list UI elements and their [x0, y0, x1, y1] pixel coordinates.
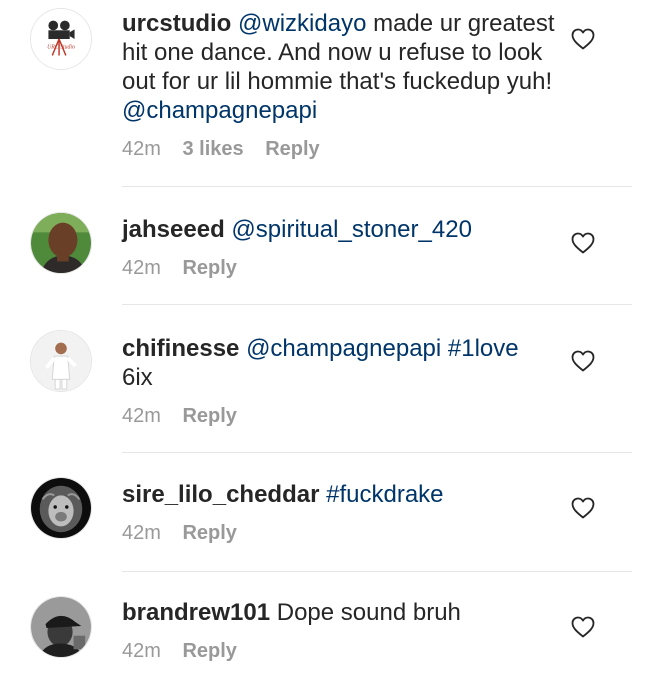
comment-username[interactable]: sire_lilo_cheddar [122, 481, 319, 508]
reply-button[interactable]: Reply [182, 405, 236, 427]
heart-icon[interactable] [571, 616, 595, 638]
heart-icon[interactable] [571, 497, 595, 519]
comment-meta: 42m 3 likes Reply [122, 137, 562, 161]
comment-text: 6ix [122, 364, 153, 391]
reply-button[interactable]: Reply [182, 522, 236, 544]
comment-body: brandrew101 Dope sound bruh 42m Reply [122, 598, 562, 663]
comment-username[interactable]: jahseeed [122, 216, 225, 243]
reply-button[interactable]: Reply [182, 257, 236, 279]
hashtag-link[interactable]: #1love [448, 335, 519, 362]
heart-icon[interactable] [571, 350, 595, 372]
comment-username[interactable]: urcstudio [122, 10, 231, 37]
comment-time: 42m [122, 405, 161, 427]
mention-link[interactable]: @champagnepapi [122, 97, 317, 124]
divider [122, 571, 632, 572]
comment-username[interactable]: chifinesse [122, 335, 239, 362]
person-in-white-photo-icon [31, 331, 91, 391]
avatar[interactable] [30, 596, 92, 658]
comment-username[interactable]: brandrew101 [122, 599, 270, 626]
heart-icon[interactable] [571, 28, 595, 50]
divider [122, 304, 632, 305]
comment-list: URC Studio urcstudio @wizkidayo made ur … [0, 0, 668, 686]
hashtag-link[interactable]: #fuckdrake [326, 481, 443, 508]
avatar-logo-text: URC Studio [47, 45, 75, 51]
comment-body: urcstudio @wizkidayo made ur greatest hi… [122, 9, 562, 161]
mention-link[interactable]: @wizkidayo [238, 10, 366, 37]
comment-meta: 42m Reply [122, 521, 562, 545]
comment-time: 42m [122, 257, 161, 279]
divider [122, 186, 632, 187]
urc-studio-logo-icon: URC Studio [31, 9, 91, 69]
mention-link[interactable]: @spiritual_stoner_420 [231, 216, 472, 243]
lion-black-and-white-photo-icon [31, 478, 91, 538]
avatar[interactable]: URC Studio [30, 8, 92, 70]
comment-text: Dope sound bruh [276, 599, 461, 626]
man-in-cap-photo-icon [31, 597, 91, 657]
comment-body: sire_lilo_cheddar #fuckdrake 42m Reply [122, 480, 562, 545]
avatar[interactable] [30, 330, 92, 392]
reply-button[interactable]: Reply [182, 640, 236, 662]
divider [122, 452, 632, 453]
heart-icon[interactable] [571, 232, 595, 254]
man-portrait-photo-icon [31, 213, 91, 273]
comment-meta: 42m Reply [122, 404, 562, 428]
comment-text [441, 335, 448, 362]
avatar[interactable] [30, 212, 92, 274]
comment-time: 42m [122, 138, 161, 160]
reply-button[interactable]: Reply [265, 138, 319, 160]
like-count[interactable]: 3 likes [182, 138, 243, 160]
mention-link[interactable]: @champagnepapi [246, 335, 441, 362]
comment-time: 42m [122, 640, 161, 662]
comment-time: 42m [122, 522, 161, 544]
comment-meta: 42m Reply [122, 639, 562, 663]
avatar[interactable] [30, 477, 92, 539]
comment-body: jahseeed @spiritual_stoner_420 42m Reply [122, 215, 562, 280]
comment-meta: 42m Reply [122, 256, 562, 280]
comment-body: chifinesse @champagnepapi #1love 6ix 42m… [122, 334, 562, 428]
